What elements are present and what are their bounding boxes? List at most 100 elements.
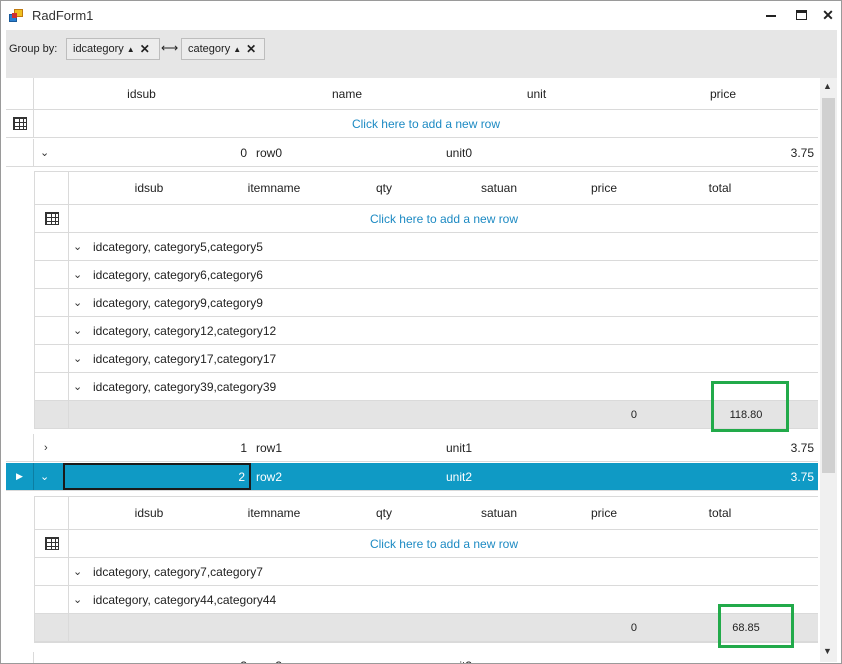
- group-row[interactable]: ⌄ idcategory, category5,category5: [35, 233, 818, 261]
- group-row-label: idcategory, category44,category44: [93, 592, 277, 607]
- app-icon: [9, 9, 23, 22]
- cell-idsub[interactable]: 1: [66, 434, 249, 461]
- expand-icon[interactable]: ⌄: [40, 139, 60, 166]
- cell-unit[interactable]: unit2: [446, 463, 596, 490]
- column-header-name[interactable]: name: [249, 78, 445, 109]
- expand-icon[interactable]: ⌄: [73, 586, 82, 613]
- column-header-idsub[interactable]: idsub: [69, 172, 229, 204]
- summary-row: 0 118.80: [35, 401, 818, 429]
- column-header-price[interactable]: price: [559, 172, 649, 204]
- child-grid: idsub itemname qty satuan price total Cl…: [34, 496, 818, 643]
- add-new-row-link[interactable]: Click here to add a new row: [34, 110, 818, 137]
- cell-price[interactable]: 3.75: [628, 139, 816, 166]
- group-chip-idcategory[interactable]: idcategory ▲ ✕: [66, 38, 160, 60]
- cell-price[interactable]: 3.75: [628, 463, 816, 490]
- current-row-icon: ▶: [6, 463, 34, 490]
- column-header-itemname[interactable]: itemname: [219, 497, 329, 529]
- close-icon: ✕: [822, 6, 834, 23]
- title-bar[interactable]: RadForm1 ✕: [1, 1, 841, 30]
- expand-icon[interactable]: ⌄: [73, 317, 82, 344]
- new-row-icon: [6, 110, 34, 137]
- cell-name[interactable]: row0: [256, 139, 406, 166]
- column-header-itemname[interactable]: itemname: [219, 172, 329, 204]
- group-row-label: idcategory, category6,category6: [93, 267, 263, 282]
- group-chip-category[interactable]: category ▲ ✕: [181, 38, 265, 60]
- highlight-box: [711, 381, 789, 432]
- child-new-row[interactable]: Click here to add a new row: [35, 205, 818, 233]
- window-title: RadForm1: [32, 8, 94, 23]
- group-chip-label: category: [188, 43, 231, 55]
- cell-unit[interactable]: unit1: [446, 434, 596, 461]
- collapse-icon[interactable]: ›: [44, 652, 64, 664]
- cell-idsub[interactable]: 0: [66, 139, 249, 166]
- group-row[interactable]: ⌄ idcategory, category44,category44: [35, 586, 818, 614]
- column-header-price[interactable]: price: [559, 497, 649, 529]
- table-row[interactable]: › 3 row3 unit3: [6, 652, 818, 663]
- summary-price: 0: [630, 408, 637, 421]
- cell-name[interactable]: row2: [256, 463, 406, 490]
- expand-icon[interactable]: ⌄: [73, 345, 82, 372]
- column-header-satuan[interactable]: satuan: [439, 497, 559, 529]
- new-row[interactable]: Click here to add a new row: [6, 110, 818, 138]
- maximize-button[interactable]: [787, 3, 815, 27]
- group-row[interactable]: ⌄ idcategory, category39,category39: [35, 373, 818, 401]
- expand-icon[interactable]: ⌄: [73, 233, 82, 260]
- group-panel: Group by: idcategory ▲ ✕ ⟷ category ▲ ✕: [6, 30, 837, 78]
- summary-price: 0: [630, 621, 637, 634]
- cell-unit[interactable]: unit3: [446, 652, 596, 664]
- cell-price[interactable]: 3.75: [628, 434, 816, 461]
- group-row-label: idcategory, category12,category12: [93, 323, 277, 338]
- add-new-row-link[interactable]: Click here to add a new row: [69, 530, 818, 557]
- expand-icon[interactable]: ⌄: [73, 558, 82, 585]
- column-header-satuan[interactable]: satuan: [439, 172, 559, 204]
- group-chip-label: idcategory: [73, 43, 124, 55]
- scrollbar-thumb[interactable]: [822, 98, 835, 473]
- expand-icon[interactable]: ⌄: [73, 373, 82, 400]
- group-row[interactable]: ⌄ idcategory, category9,category9: [35, 289, 818, 317]
- group-row-label: idcategory, category9,category9: [93, 295, 263, 310]
- expand-icon[interactable]: ⌄: [73, 289, 82, 316]
- group-row[interactable]: ⌄ idcategory, category6,category6: [35, 261, 818, 289]
- group-row[interactable]: ⌄ idcategory, category17,category17: [35, 345, 818, 373]
- maximize-icon: [795, 10, 807, 20]
- sort-ascending-icon[interactable]: ▲: [233, 45, 241, 54]
- expand-icon[interactable]: ⌄: [73, 261, 82, 288]
- child-new-row[interactable]: Click here to add a new row: [35, 530, 818, 558]
- column-header-price[interactable]: price: [628, 78, 818, 109]
- scroll-down-icon[interactable]: ▼: [823, 646, 832, 656]
- collapse-icon[interactable]: ›: [44, 434, 64, 461]
- cell-idsub[interactable]: 2: [63, 463, 251, 490]
- cell-unit[interactable]: unit0: [446, 139, 596, 166]
- group-row-label: idcategory, category39,category39: [93, 379, 277, 394]
- remove-group-icon[interactable]: ✕: [246, 42, 256, 56]
- expand-icon[interactable]: ⌄: [40, 463, 60, 490]
- table-row[interactable]: › 1 row1 unit1 3.75: [6, 434, 818, 462]
- column-header-total[interactable]: total: [649, 497, 791, 529]
- close-button[interactable]: ✕: [814, 3, 842, 27]
- cell-name[interactable]: row3: [256, 652, 406, 664]
- cell-name[interactable]: row1: [256, 434, 406, 461]
- column-header-qty[interactable]: qty: [329, 497, 439, 529]
- cell-idsub[interactable]: 3: [66, 652, 249, 664]
- group-row[interactable]: ⌄ idcategory, category12,category12: [35, 317, 818, 345]
- minimize-button[interactable]: [757, 3, 785, 27]
- group-link-icon: ⟷: [161, 41, 179, 55]
- remove-group-icon[interactable]: ✕: [140, 42, 150, 56]
- group-row[interactable]: ⌄ idcategory, category7,category7: [35, 558, 818, 586]
- group-row-label: idcategory, category5,category5: [93, 239, 263, 254]
- table-row[interactable]: ⌄ 0 row0 unit0 3.75: [6, 139, 818, 167]
- column-header-idsub[interactable]: idsub: [69, 497, 229, 529]
- row-indicator: [6, 78, 34, 109]
- column-header-unit[interactable]: unit: [445, 78, 628, 109]
- child-grid: idsub itemname qty satuan price total Cl…: [34, 171, 818, 429]
- column-header-total[interactable]: total: [649, 172, 791, 204]
- sort-ascending-icon[interactable]: ▲: [127, 45, 135, 54]
- vertical-scrollbar[interactable]: ▲ ▼: [820, 78, 837, 662]
- column-header-idsub[interactable]: idsub: [34, 78, 249, 109]
- add-new-row-link[interactable]: Click here to add a new row: [69, 205, 818, 232]
- column-header-qty[interactable]: qty: [329, 172, 439, 204]
- child-header-row: idsub itemname qty satuan price total: [35, 497, 818, 530]
- scroll-up-icon[interactable]: ▲: [823, 81, 832, 91]
- master-grid: idsub name unit price Click here to add …: [6, 78, 818, 663]
- table-row-selected[interactable]: ▶ ⌄ 2 row2 unit2 3.75: [6, 463, 818, 491]
